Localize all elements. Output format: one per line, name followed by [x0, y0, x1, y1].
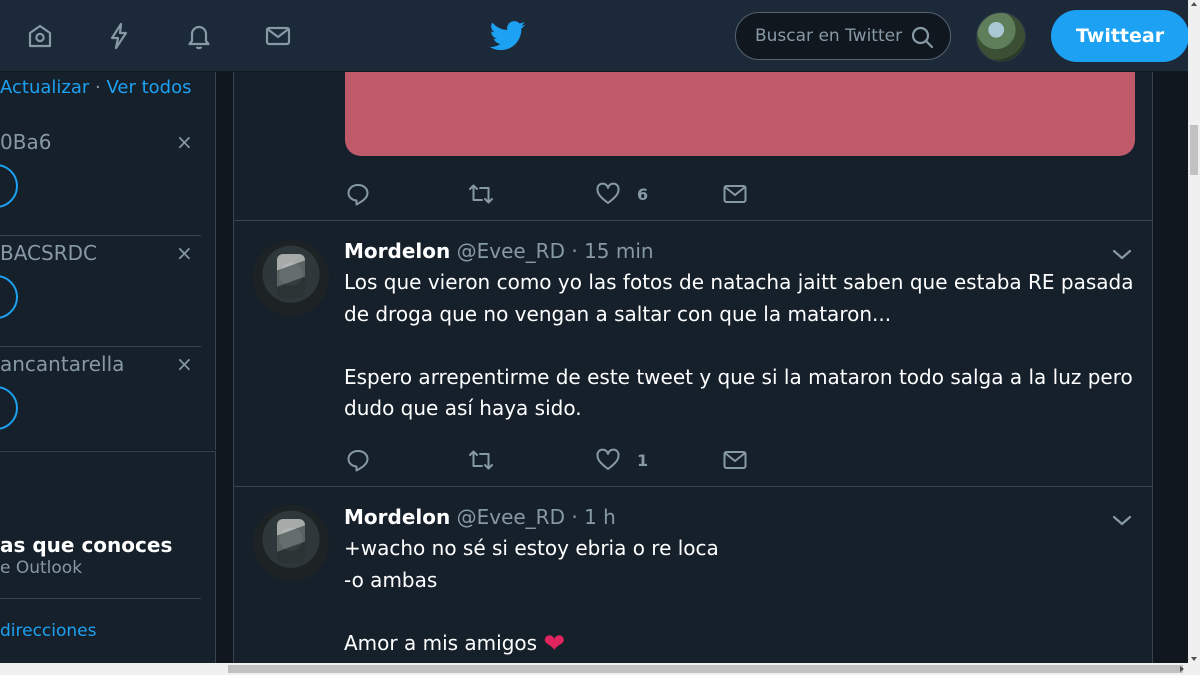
suggestion-name[interactable]: ancantarella — [0, 352, 124, 376]
scroll-up-arrow-icon[interactable] — [1191, 2, 1197, 6]
message-icon[interactable] — [722, 446, 748, 474]
follow-button[interactable] — [0, 386, 18, 430]
message-icon[interactable] — [722, 180, 748, 208]
header-separator: · — [95, 77, 101, 98]
tweet-text: +wacho no sé si estoy ebria o re loca -o… — [344, 533, 1134, 660]
follow-button[interactable] — [0, 275, 18, 319]
tweet-media-card[interactable] — [345, 72, 1135, 156]
horizontal-scrollbar[interactable] — [0, 663, 1200, 675]
timeline: 6 Mordelon @Evee_RD · 15 min Los que vie… — [233, 72, 1153, 675]
scrollbar-thumb[interactable] — [1190, 125, 1198, 175]
suggestion-item: BACSRDC × — [0, 241, 201, 352]
tweet-actions: 6 — [345, 180, 775, 208]
reply-icon[interactable] — [345, 180, 371, 208]
tweet-paragraph — [344, 330, 1134, 362]
tweet-header: Mordelon @Evee_RD · 1 h — [344, 505, 616, 529]
tweet-button[interactable]: Twittear — [1051, 10, 1189, 62]
divider — [0, 598, 201, 599]
suggestion-item: ancantarella × — [0, 352, 200, 463]
refresh-link[interactable]: Actualizar — [0, 77, 89, 98]
dismiss-icon[interactable]: × — [176, 241, 193, 265]
tweet-timestamp[interactable]: 15 min — [584, 239, 654, 263]
follow-button[interactable] — [0, 164, 18, 208]
divider — [0, 346, 201, 347]
chevron-down-icon[interactable] — [1110, 509, 1134, 533]
separator-dot: · — [571, 505, 578, 529]
notifications-icon[interactable] — [181, 18, 217, 54]
tweet-actions: 1 — [345, 446, 775, 474]
find-people-link[interactable]: direcciones — [0, 621, 97, 641]
twitter-bird-icon[interactable] — [490, 20, 526, 52]
scrollbar-thumb[interactable] — [228, 665, 1183, 673]
dismiss-icon[interactable]: × — [176, 130, 193, 154]
search-input[interactable] — [755, 26, 905, 46]
who-to-follow-card: Actualizar · Ver todos 0Ba6 × BACSRDC × … — [0, 72, 216, 450]
scroll-down-arrow-icon[interactable] — [1191, 657, 1197, 661]
dismiss-icon[interactable]: × — [176, 352, 193, 376]
tweet[interactable]: Mordelon @Evee_RD · 15 min Los que viero… — [234, 221, 1152, 487]
tweet-text: Los que vieron como yo las fotos de nata… — [344, 267, 1134, 425]
tweet-paragraph: Amor a mis amigos ❤ — [344, 628, 1134, 661]
tweet-paragraph — [344, 596, 1134, 628]
heart-emoji-icon: ❤ — [543, 628, 566, 659]
tweet[interactable]: Mordelon @Evee_RD · 1 h +wacho no sé si … — [234, 487, 1152, 675]
chevron-down-icon[interactable] — [1110, 243, 1134, 267]
top-navigation-bar: Twittear — [0, 0, 1189, 72]
tweet-handle[interactable]: @Evee_RD — [457, 239, 565, 263]
suggestion-name[interactable]: 0Ba6 — [0, 130, 51, 154]
messages-icon[interactable] — [260, 18, 296, 54]
like-button[interactable]: 1 — [595, 446, 648, 474]
tweet-display-name[interactable]: Mordelon — [344, 505, 450, 529]
find-people-card: as que conoces e Outlook direcciones — [0, 451, 216, 675]
search-box[interactable] — [735, 12, 951, 60]
retweet-icon[interactable] — [468, 446, 494, 474]
tweet-paragraph: +wacho no sé si estoy ebria o re loca — [344, 536, 719, 560]
tweet-timestamp[interactable]: 1 h — [584, 505, 616, 529]
home-icon[interactable] — [22, 18, 58, 54]
avatar[interactable] — [253, 240, 329, 316]
divider — [0, 235, 201, 236]
view-all-link[interactable]: Ver todos — [106, 77, 191, 98]
like-button[interactable]: 6 — [595, 180, 648, 208]
tweet-header: Mordelon @Evee_RD · 15 min — [344, 239, 654, 263]
twitter-app: Twittear Actualizar · Ver todos 0Ba6 × B… — [0, 0, 1200, 675]
scroll-right-arrow-icon[interactable] — [1180, 666, 1184, 672]
find-people-subtitle: e Outlook — [0, 558, 83, 578]
suggestion-name[interactable]: BACSRDC — [0, 241, 97, 265]
find-people-title: as que conoces — [0, 533, 173, 557]
tweet-paragraph: -o ambas — [344, 567, 438, 592]
reply-icon[interactable] — [345, 446, 371, 474]
who-to-follow-header: Actualizar · Ver todos — [0, 77, 191, 98]
tweet-paragraph: Espero arrepentirme de este tweet y que … — [344, 364, 1133, 421]
tweet-paragraph: Los que vieron como yo las fotos de nata… — [344, 270, 1134, 326]
profile-avatar[interactable] — [976, 12, 1026, 62]
tweet-handle[interactable]: @Evee_RD — [457, 505, 565, 529]
tweet[interactable]: 6 — [234, 72, 1152, 221]
separator-dot: · — [571, 239, 578, 263]
like-count: 6 — [637, 184, 649, 204]
tweet-display-name[interactable]: Mordelon — [344, 239, 450, 263]
retweet-icon[interactable] — [468, 180, 494, 208]
suggestion-item: 0Ba6 × — [0, 130, 201, 241]
heart-icon — [596, 182, 620, 204]
search-icon[interactable] — [910, 25, 934, 49]
avatar[interactable] — [253, 505, 329, 581]
like-count: 1 — [637, 450, 649, 470]
vertical-scrollbar[interactable] — [1188, 0, 1200, 663]
tweet-line: Amor a mis amigos — [344, 630, 538, 655]
moments-icon[interactable] — [101, 18, 137, 54]
heart-icon — [596, 448, 620, 470]
